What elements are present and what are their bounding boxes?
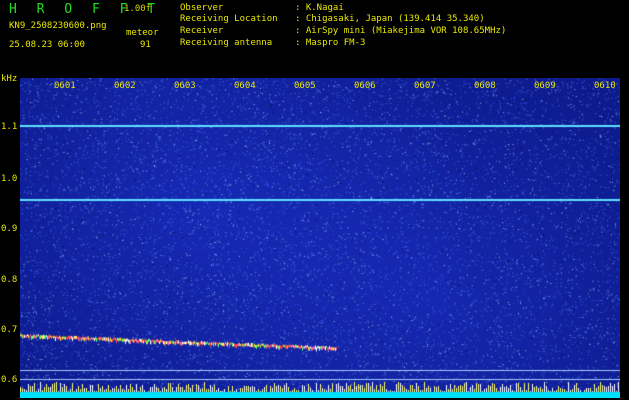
y-tick-label: 0.6 [1, 375, 18, 385]
info-value-receiver: : AirSpy mini (Miakejima VOR 108.65MHz) [295, 26, 507, 36]
info-value-observer: : K.Nagai [295, 3, 344, 13]
x-tick-label: 0606 [354, 81, 376, 91]
y-tick-label: 0.9 [1, 224, 18, 234]
y-tick-label: 1.1 [1, 122, 18, 132]
info-value-antenna: : Maspro FM-3 [295, 38, 366, 48]
observation-datetime: 25.08.23 06:00 [9, 40, 85, 50]
info-value-location: : Chigasaki, Japan (139.414 35.340) [295, 14, 485, 24]
meteor-count: 91 [140, 40, 151, 50]
spectrogram-canvas [20, 78, 620, 398]
app-version: 1.00f [124, 4, 152, 14]
x-tick-label: 0601 [54, 81, 76, 91]
header-panel: H R O F F T 1.00f KN9_2508230600.png met… [0, 0, 629, 76]
x-tick-label: 0603 [174, 81, 196, 91]
file-name: KN9_2508230600.png [9, 21, 107, 31]
x-tick-label: 0602 [114, 81, 136, 91]
y-axis-unit: kHz [1, 74, 18, 84]
spectrogram-plot [20, 78, 620, 398]
x-tick-label: 0610 [594, 81, 616, 91]
x-tick-label: 0608 [474, 81, 496, 91]
y-tick-label: 0.7 [1, 325, 18, 335]
info-key-antenna: Receiving antenna [180, 38, 273, 48]
meteor-label: meteor [126, 28, 159, 38]
info-key-location: Receiving Location [180, 14, 278, 24]
info-key-receiver: Receiver [180, 26, 224, 36]
x-tick-label: 0604 [234, 81, 256, 91]
x-tick-label: 0607 [414, 81, 436, 91]
x-tick-label: 0605 [294, 81, 316, 91]
info-key-observer: Observer [180, 3, 224, 13]
x-tick-label: 0609 [534, 81, 556, 91]
y-tick-label: 0.8 [1, 275, 18, 285]
y-tick-label: 1.0 [1, 174, 18, 184]
